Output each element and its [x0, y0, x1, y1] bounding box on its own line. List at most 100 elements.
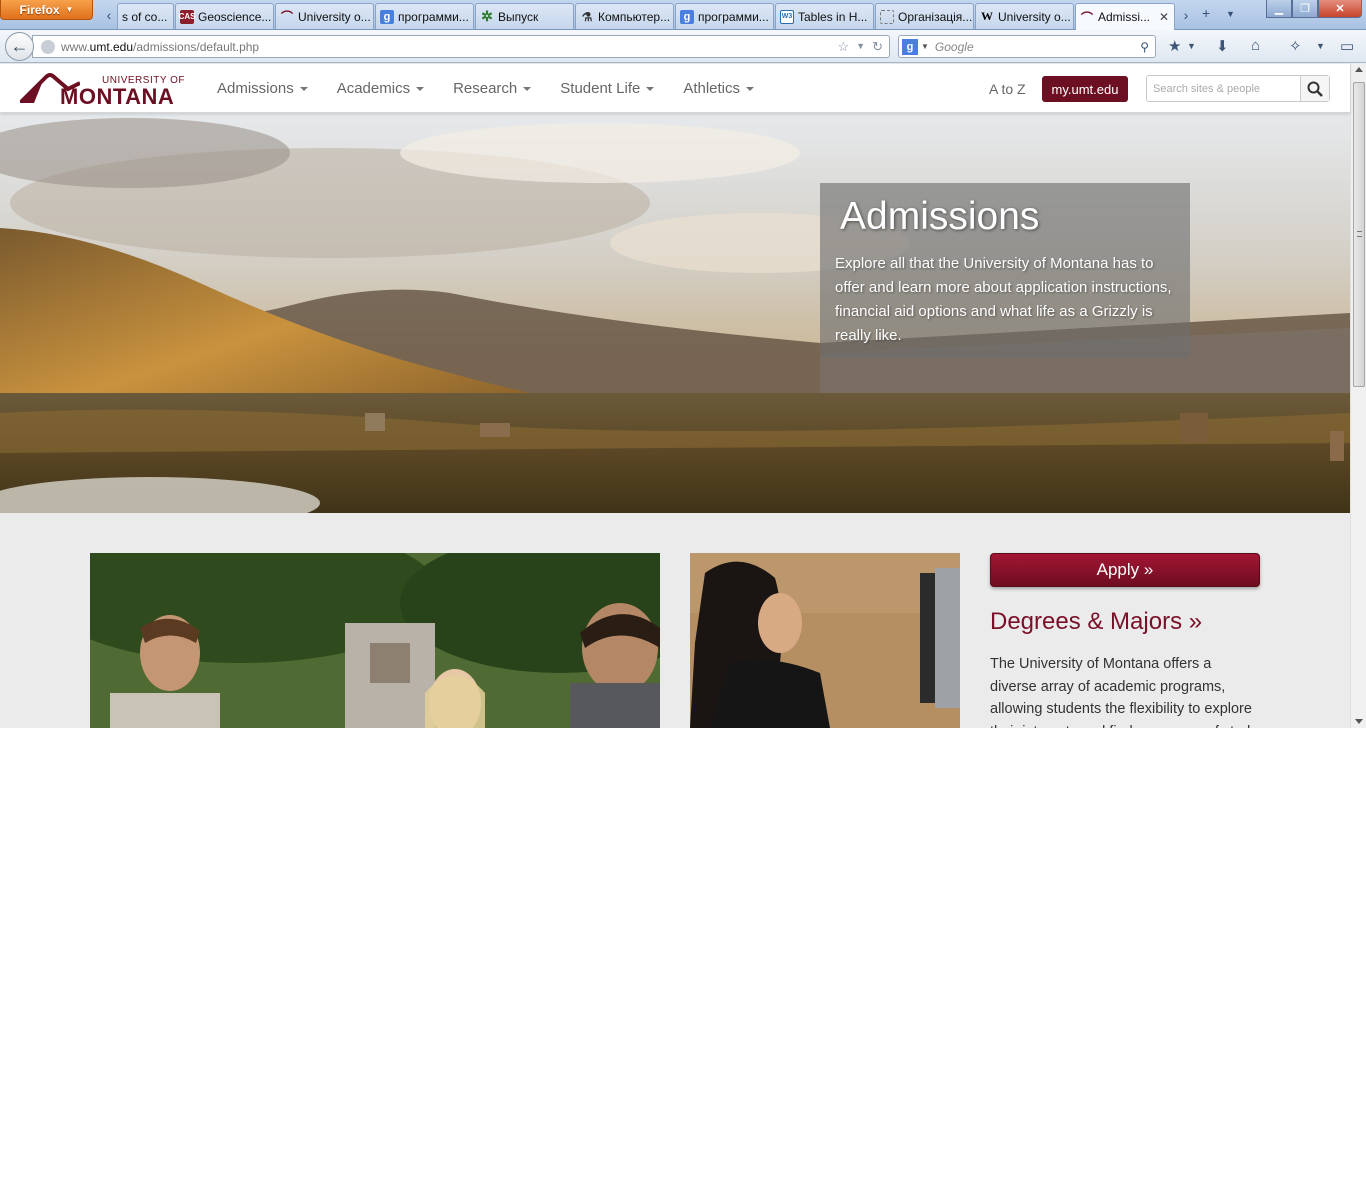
grip-icon	[1357, 231, 1362, 237]
degrees-description: The University of Montana offers a diver…	[990, 656, 1258, 728]
degrees-majors-link[interactable]: Degrees & Majors »	[990, 608, 1202, 636]
site-search-input[interactable]	[1147, 76, 1301, 101]
hero-description: Explore all that the University of Monta…	[835, 255, 1172, 344]
content-area: Apply » Degrees & Majors » The Universit…	[0, 513, 1350, 728]
search-engine-bar[interactable]: g ▼ Google ⚲	[898, 35, 1156, 58]
nav-label: Athletics	[683, 80, 741, 97]
chevron-down-icon	[299, 86, 308, 91]
firefox-menu-button[interactable]: Firefox ▼	[0, 0, 93, 20]
minimize-icon[interactable]: ▁	[1266, 0, 1292, 18]
url-tools: ☆ ▼ ↻	[838, 39, 889, 55]
page-scrollbar[interactable]	[1350, 64, 1366, 728]
tab-label: программи...	[698, 9, 769, 24]
site-search	[1146, 75, 1330, 102]
tab[interactable]: Організація...	[875, 3, 974, 29]
search-icon	[1307, 81, 1323, 97]
google-icon: g	[680, 9, 694, 24]
restore-icon[interactable]: ❐	[1292, 0, 1318, 18]
scroll-up-icon[interactable]	[1355, 67, 1363, 72]
addon-icon[interactable]: ✧	[1289, 37, 1302, 55]
chevron-down-icon[interactable]: ▼	[1316, 41, 1325, 51]
search-engine-placeholder: Google	[934, 39, 974, 54]
navigation-toolbar: www. umt.edu/admissions/default.php ☆ ▼ ↻…	[0, 30, 1366, 63]
tab-label: University o...	[998, 9, 1071, 24]
apply-button[interactable]: Apply »	[990, 553, 1260, 587]
nav-label: Academics	[336, 80, 411, 97]
students-photo[interactable]	[90, 553, 660, 728]
tab-label: University o...	[298, 9, 371, 24]
back-arrow-icon: ←	[10, 36, 29, 56]
tab[interactable]: s of co...	[117, 3, 174, 29]
close-window-icon[interactable]: ✕	[1318, 0, 1362, 18]
search-icon[interactable]: ⚲	[1140, 40, 1149, 54]
tab-label: Tables in H...	[798, 9, 868, 24]
window-icon[interactable]: ▭	[1340, 37, 1354, 55]
my-umt-button[interactable]: my.umt.edu	[1042, 76, 1128, 102]
students-photo-image	[90, 553, 660, 728]
tab-scroll-right-icon[interactable]: ›	[1178, 3, 1194, 27]
google-icon: g	[380, 9, 394, 24]
tab-label: Выпуск	[498, 9, 539, 24]
wikipedia-icon: W	[981, 9, 993, 23]
tab-label: Admissi...	[1098, 10, 1151, 24]
chevron-down-icon: ▼	[65, 5, 74, 14]
window-controls: ▁ ❐ ✕	[1266, 0, 1362, 18]
reload-icon[interactable]: ↻	[872, 39, 883, 55]
nav-student-life[interactable]: Student Life	[560, 80, 655, 97]
list-all-tabs-icon[interactable]: ▼	[1226, 9, 1235, 19]
browser-window: Firefox ▼ ‹ s of co... CAS Geoscience...…	[0, 0, 1366, 728]
downloads-icon[interactable]: ⬇	[1216, 37, 1229, 55]
bookmarks-menu-icon[interactable]: ★	[1168, 37, 1181, 55]
tab[interactable]: g программи...	[375, 3, 474, 29]
tab-label: Компьютер...	[598, 9, 671, 24]
a-to-z-link[interactable]: A to Z	[989, 81, 1026, 97]
umt-icon: ⌒	[280, 10, 293, 24]
logo-big-text: MONTANA	[60, 84, 175, 109]
back-button[interactable]: ←	[5, 32, 34, 61]
umt-icon: ⌒	[1080, 10, 1093, 25]
tab-label: программи...	[398, 9, 469, 24]
tab[interactable]: g программи...	[675, 3, 774, 29]
history-dropdown-icon[interactable]: ▼	[856, 41, 865, 55]
tab[interactable]: ⚗ Компьютер...	[575, 3, 674, 29]
chevron-down-icon[interactable]: ▼	[921, 42, 929, 51]
tab-label: Організація...	[898, 9, 973, 24]
tab-active[interactable]: ⌒ Admissi... ✕	[1075, 3, 1175, 30]
bookmark-star-icon[interactable]: ☆	[838, 39, 850, 55]
tab[interactable]: CAS Geoscience...	[175, 3, 274, 29]
home-icon[interactable]: ⌂	[1251, 37, 1260, 54]
dashed-icon	[880, 9, 894, 24]
student-computer-photo[interactable]	[690, 553, 960, 728]
tab[interactable]: W3 Tables in H...	[775, 3, 874, 29]
tree-icon: ✲	[481, 8, 493, 24]
chevron-down-icon	[746, 86, 755, 91]
site-search-button[interactable]	[1300, 76, 1329, 101]
university-logo[interactable]: UNIVERSITY OF MONTANA	[20, 73, 185, 109]
cas-icon: CAS	[179, 9, 195, 24]
url-bar[interactable]: www. umt.edu/admissions/default.php ☆ ▼ ↻	[32, 35, 890, 58]
scrollbar-thumb[interactable]	[1353, 82, 1365, 387]
url-path: /admissions/default.php	[133, 39, 260, 54]
w3-icon: W3	[780, 9, 794, 24]
tab-label: Geoscience...	[198, 9, 272, 24]
google-icon: g	[902, 38, 918, 55]
tab-scroll-left-icon[interactable]: ‹	[101, 3, 117, 27]
close-tab-icon[interactable]: ✕	[1159, 10, 1169, 24]
tab[interactable]: ⌒ University o...	[275, 3, 374, 29]
scroll-down-icon[interactable]	[1355, 719, 1363, 724]
nav-label: Research	[453, 80, 518, 97]
chevron-down-icon[interactable]: ▼	[1187, 41, 1196, 51]
nav-label: Student Life	[560, 80, 641, 97]
globe-icon	[41, 39, 55, 54]
url-host: umt.edu	[89, 39, 134, 54]
new-tab-icon[interactable]: +	[1202, 5, 1210, 21]
hero-caption: Admissions Explore all that the Universi…	[820, 183, 1190, 358]
nav-academics[interactable]: Academics	[336, 80, 425, 97]
url-prefix: www.	[61, 39, 90, 54]
nav-research[interactable]: Research	[453, 80, 532, 97]
tab[interactable]: ✲ Выпуск	[475, 3, 574, 29]
nav-athletics[interactable]: Athletics	[683, 80, 755, 97]
tab[interactable]: W University o...	[975, 3, 1074, 29]
nav-admissions[interactable]: Admissions	[217, 80, 308, 97]
tab-label: s of co...	[122, 9, 168, 24]
